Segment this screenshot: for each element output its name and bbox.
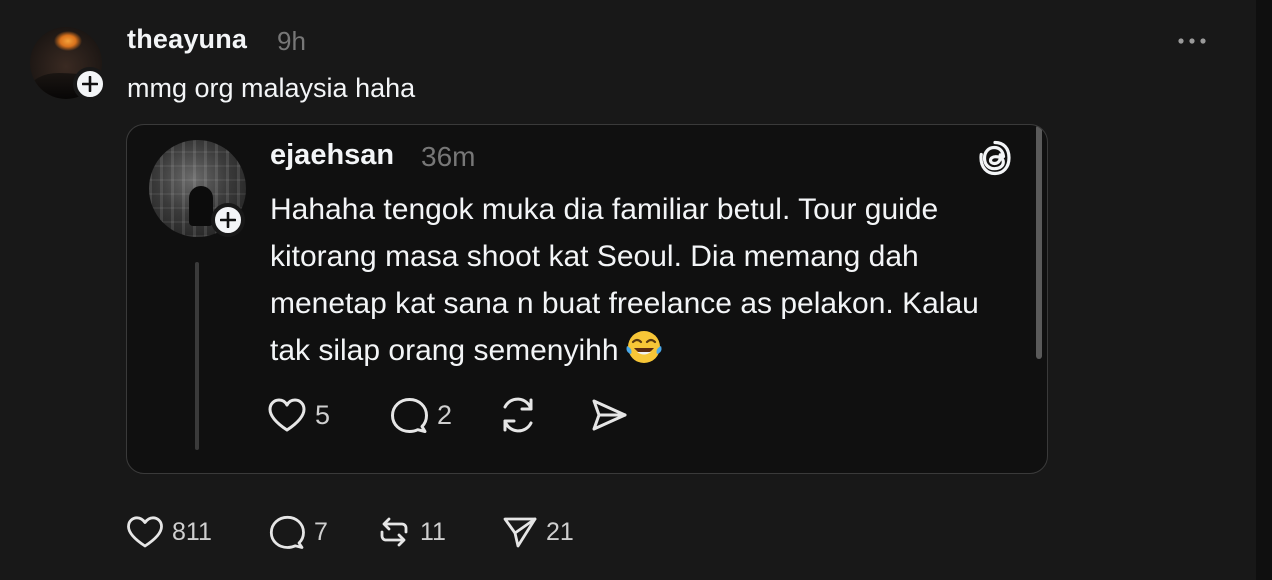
threads-logo-icon[interactable] [977, 139, 1013, 177]
post-timestamp[interactable]: 9h [277, 26, 306, 57]
send-icon [503, 517, 537, 548]
quoted-author-username[interactable]: ejaehsan [270, 139, 394, 172]
quoted-post-text: Hahaha tengok muka dia familiar betul. T… [270, 186, 1020, 374]
author-username[interactable]: theayuna [127, 24, 247, 55]
follow-plus-icon[interactable] [73, 67, 107, 101]
repost-icon [380, 517, 408, 547]
face-with-tears-of-joy-icon [626, 331, 662, 363]
like-button[interactable]: 811 [126, 512, 212, 552]
quoted-reply-count: 2 [437, 399, 453, 430]
share-count: 21 [546, 517, 574, 546]
comment-icon [391, 398, 428, 433]
thread-post: theayuna 9h mmg org malaysia haha ejaehs… [0, 0, 1272, 580]
send-icon[interactable] [590, 397, 628, 433]
heart-icon [268, 398, 306, 432]
heart-icon [127, 516, 163, 548]
quoted-like-button[interactable]: 5 [267, 393, 330, 437]
quoted-post-card[interactable]: ejaehsan 36m Hahaha tengok muka dia fami… [126, 124, 1048, 474]
repost-icon[interactable] [498, 395, 538, 435]
post-caption: mmg org malaysia haha [127, 73, 416, 103]
window-edge [1256, 0, 1272, 580]
reply-count: 7 [314, 517, 328, 546]
quoted-reply-button[interactable]: 2 [389, 393, 452, 437]
comment-icon [269, 515, 305, 549]
repost-button[interactable]: 11 [376, 512, 446, 552]
more-horizontal-icon[interactable] [1176, 35, 1208, 47]
share-button[interactable]: 21 [502, 512, 574, 552]
repost-count: 11 [420, 517, 446, 546]
quoted-follow-plus-icon[interactable] [211, 203, 245, 237]
reply-button[interactable]: 7 [268, 512, 328, 552]
like-count: 811 [172, 517, 212, 546]
quoted-like-count: 5 [315, 399, 331, 430]
thread-line [195, 262, 199, 450]
quoted-timestamp[interactable]: 36m [421, 141, 475, 173]
card-scrollbar[interactable] [1036, 125, 1042, 359]
